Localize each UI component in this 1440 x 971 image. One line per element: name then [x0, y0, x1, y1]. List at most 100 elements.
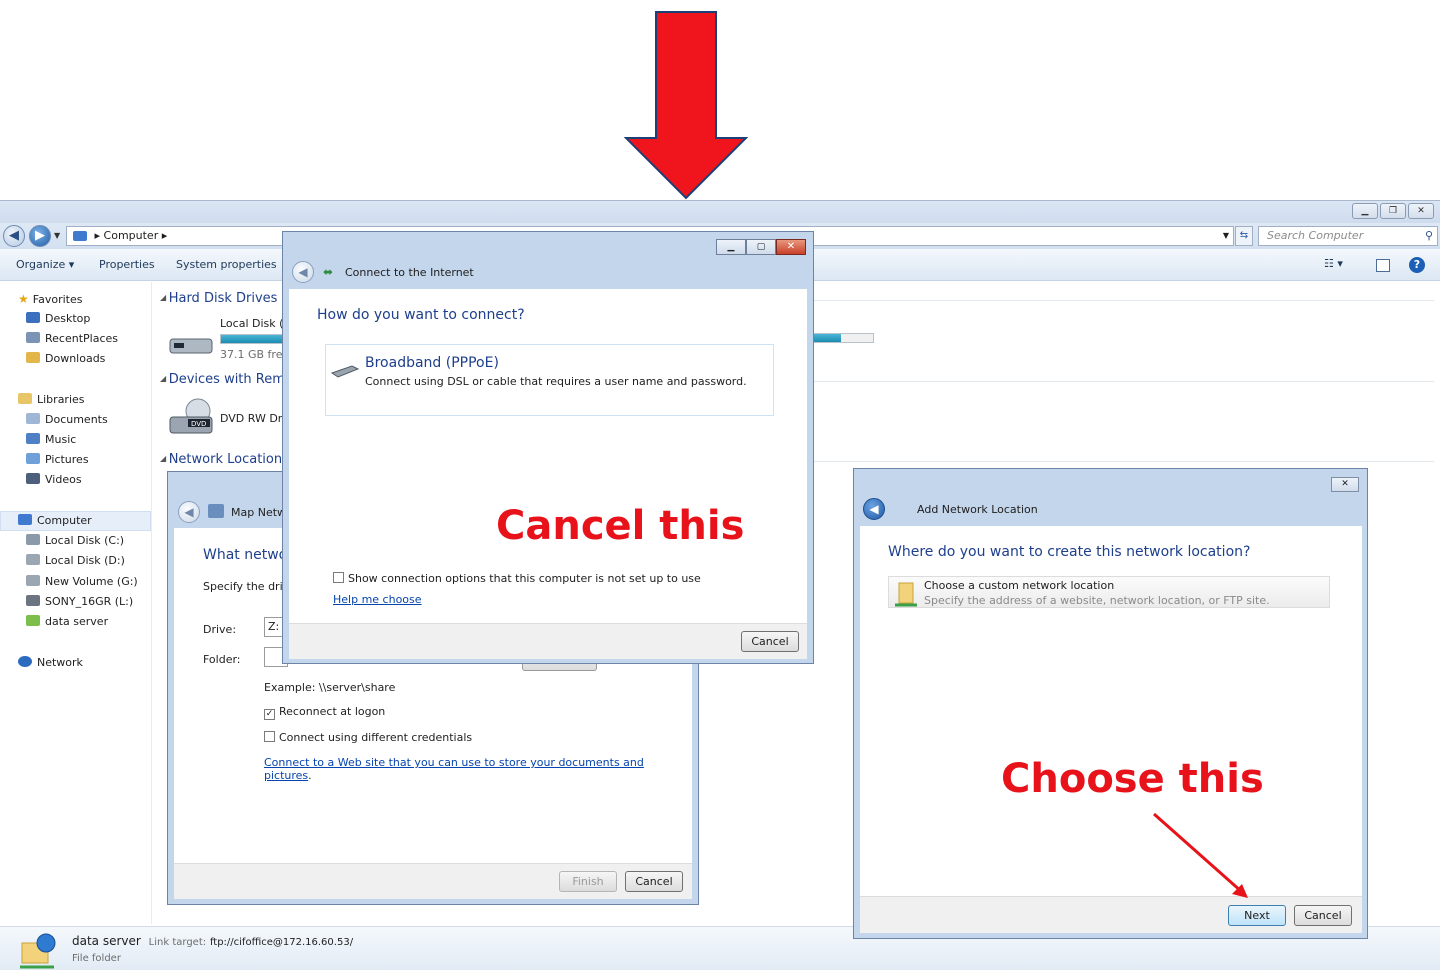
- search-placeholder: Search Computer: [1267, 229, 1364, 242]
- organize-menu[interactable]: Organize ▾: [16, 258, 74, 271]
- details-link-target-label: Link target:: [148, 937, 207, 948]
- computer-icon: [73, 231, 87, 241]
- navigation-pane: ★ Favorites Desktop RecentPlaces Download…: [0, 282, 152, 924]
- network-location-icon: [26, 615, 40, 626]
- web-site-link-text[interactable]: Connect to a Web site that you can use t…: [264, 756, 644, 782]
- libraries-icon: [18, 393, 32, 404]
- pointer-arrow: [1153, 812, 1248, 898]
- preview-pane-icon[interactable]: [1376, 259, 1390, 272]
- properties-button[interactable]: Properties: [99, 258, 155, 271]
- desktop-icon: [26, 312, 40, 323]
- help-me-choose-link[interactable]: Help me choose: [333, 593, 422, 606]
- different-credentials-checkbox[interactable]: [264, 731, 275, 742]
- show-options-row[interactable]: Show connection options that this comput…: [333, 572, 701, 585]
- nav-sony[interactable]: SONY_16GR (L:): [26, 595, 133, 608]
- forward-arrow-icon[interactable]: ▶: [29, 225, 51, 247]
- back-arrow-icon[interactable]: ◀: [178, 501, 200, 523]
- web-site-link[interactable]: Connect to a Web site that you can use t…: [264, 756, 692, 782]
- devices-removable-header[interactable]: Devices with Remo: [160, 372, 293, 387]
- reconnect-checkbox[interactable]: ✓: [264, 709, 275, 720]
- nav-local-d-label: Local Disk (D:): [45, 554, 125, 567]
- back-arrow-icon[interactable]: ◀: [863, 498, 885, 520]
- nav-local-d[interactable]: Local Disk (D:): [26, 554, 125, 567]
- documents-icon: [26, 413, 40, 424]
- svg-text:DVD: DVD: [191, 420, 206, 428]
- videos-icon: [26, 473, 40, 484]
- nav-desktop-label: Desktop: [45, 312, 91, 325]
- add-network-body: Where do you want to create this network…: [860, 526, 1362, 896]
- custom-location-option[interactable]: Choose a custom network location Specify…: [888, 576, 1330, 608]
- reconnect-option[interactable]: ✓ Reconnect at logon: [264, 705, 385, 720]
- help-me-choose-text[interactable]: Help me choose: [333, 593, 422, 606]
- show-options-checkbox[interactable]: [333, 572, 344, 583]
- nav-data-server[interactable]: data server: [26, 615, 108, 628]
- modem-icon: [330, 365, 360, 378]
- details-link-target: ftp://cifoffice@172.16.60.53/: [209, 937, 354, 948]
- nav-videos[interactable]: Videos: [26, 473, 82, 486]
- nav-videos-label: Videos: [45, 473, 82, 486]
- minimize-button[interactable]: ▁: [1352, 203, 1378, 219]
- back-arrow-icon[interactable]: ◀: [292, 261, 314, 283]
- breadcrumb-chevron[interactable]: ▸: [162, 229, 168, 242]
- back-arrow-icon[interactable]: ◀: [3, 225, 25, 247]
- next-button[interactable]: Next: [1228, 905, 1286, 926]
- history-dropdown-icon[interactable]: ▼: [54, 231, 60, 240]
- close-button[interactable]: ✕: [1408, 203, 1434, 219]
- system-properties-button[interactable]: System properties: [176, 258, 277, 271]
- search-input[interactable]: Search Computer ⚲: [1258, 226, 1438, 246]
- local-disk-c-label[interactable]: Local Disk (C: [220, 317, 291, 330]
- connect-cancel-button[interactable]: Cancel: [741, 631, 799, 652]
- nav-documents-label: Documents: [45, 413, 108, 426]
- network-location-header[interactable]: Network Location: [160, 452, 282, 467]
- help-icon[interactable]: ?: [1409, 257, 1425, 273]
- nav-pictures[interactable]: Pictures: [26, 453, 89, 466]
- connect-heading: How do you want to connect?: [317, 307, 525, 323]
- nav-local-c[interactable]: Local Disk (C:): [26, 534, 124, 547]
- computer-icon: [18, 514, 32, 525]
- change-view-icon[interactable]: ☷ ▾: [1324, 257, 1343, 270]
- cancel-this-annotation: Cancel this: [496, 503, 745, 549]
- nav-network-label: Network: [37, 656, 83, 669]
- network-folder-icon: [895, 582, 917, 607]
- close-button[interactable]: ✕: [776, 239, 806, 255]
- nav-libraries-label: Libraries: [37, 393, 85, 406]
- add-network-cancel-button[interactable]: Cancel: [1294, 905, 1352, 926]
- hard-disk-drives-header[interactable]: Hard Disk Drives (: [160, 291, 287, 306]
- folder-label: Folder:: [203, 653, 241, 666]
- nav-libraries[interactable]: Libraries: [18, 393, 85, 406]
- nav-recentplaces[interactable]: RecentPlaces: [26, 332, 118, 345]
- nav-computer[interactable]: Computer: [18, 514, 92, 527]
- breadcrumb-computer[interactable]: Computer: [104, 229, 159, 242]
- connect-internet-title: Connect to the Internet: [345, 266, 474, 279]
- show-options-label: Show connection options that this comput…: [348, 572, 701, 585]
- nav-documents[interactable]: Documents: [26, 413, 108, 426]
- big-red-down-arrow: [624, 11, 748, 200]
- broadband-title: Broadband (PPPoE): [365, 355, 499, 371]
- downloads-icon: [26, 352, 40, 363]
- nav-recentplaces-label: RecentPlaces: [45, 332, 118, 345]
- recent-places-icon: [26, 332, 40, 343]
- broadband-option[interactable]: Broadband (PPPoE) Connect using DSL or c…: [325, 344, 774, 416]
- refresh-icon[interactable]: ⇆: [1235, 226, 1253, 246]
- finish-button[interactable]: Finish: [559, 871, 617, 892]
- nav-music-label: Music: [45, 433, 77, 446]
- nav-music[interactable]: Music: [26, 433, 76, 446]
- nav-desktop[interactable]: Desktop: [26, 312, 90, 325]
- example-text: Example: \\server\share: [264, 681, 396, 694]
- nav-downloads[interactable]: Downloads: [26, 352, 105, 365]
- disk-usage-bar-end: [814, 333, 874, 343]
- minimize-button[interactable]: ▁: [716, 239, 746, 255]
- map-drive-cancel-button[interactable]: Cancel: [625, 871, 683, 892]
- nav-favorites[interactable]: ★ Favorites: [18, 292, 82, 306]
- nav-pictures-label: Pictures: [45, 453, 89, 466]
- custom-location-desc: Specify the address of a website, networ…: [924, 594, 1270, 607]
- maximize-button[interactable]: ▢: [746, 239, 776, 255]
- address-dropdown-icon[interactable]: ▼: [1223, 227, 1229, 245]
- different-credentials-option[interactable]: Connect using different credentials: [264, 731, 472, 744]
- close-button[interactable]: ✕: [1331, 477, 1359, 492]
- dvd-drive-label[interactable]: DVD RW Dri: [220, 412, 285, 425]
- restore-button[interactable]: ❐: [1380, 203, 1406, 219]
- nav-network[interactable]: Network: [18, 656, 83, 669]
- nav-new-volume[interactable]: New Volume (G:): [26, 575, 138, 588]
- details-type: File folder: [72, 953, 121, 964]
